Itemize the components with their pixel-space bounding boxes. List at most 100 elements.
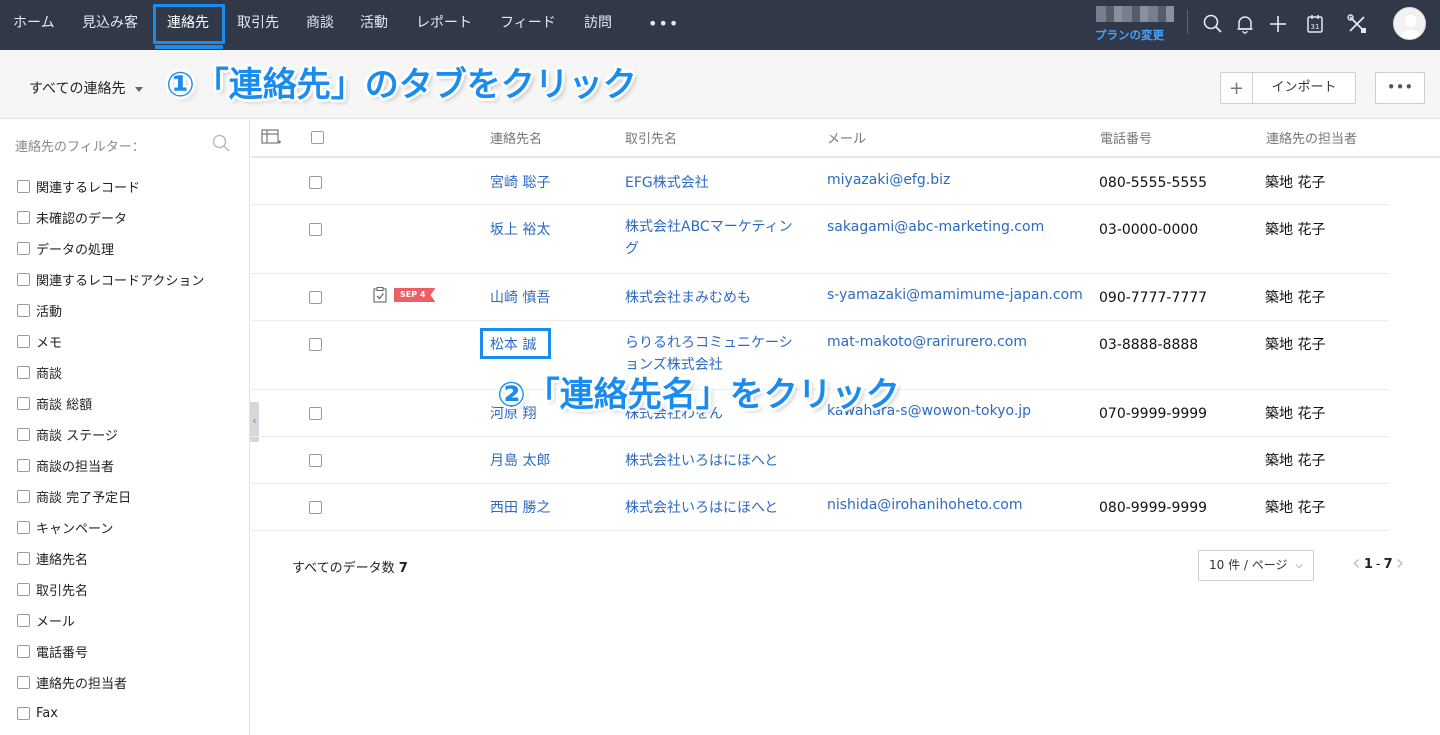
- user-avatar[interactable]: [1393, 7, 1426, 40]
- select-all-checkbox[interactable]: [311, 131, 324, 144]
- filter-item[interactable]: 取引先名: [17, 574, 204, 605]
- filter-checkbox[interactable]: [17, 459, 30, 472]
- task-clipboard-icon[interactable]: [373, 287, 387, 307]
- contact-name-link[interactable]: 宮崎 聡子: [490, 172, 550, 192]
- email-link[interactable]: miyazaki@efg.biz: [827, 172, 950, 188]
- table-row[interactable]: 西田 勝之 株式会社いろはにほへと nishida@irohanihoheto.…: [251, 484, 1389, 531]
- table-row[interactable]: 月島 太郎 株式会社いろはにほへと 築地 花子: [251, 437, 1389, 484]
- owner-value: 築地 花子: [1265, 406, 1326, 422]
- filter-checkbox[interactable]: [17, 397, 30, 410]
- filter-item[interactable]: 商談: [17, 357, 204, 388]
- row-checkbox[interactable]: [309, 501, 322, 514]
- account-name-link[interactable]: 株式会社いろはにほへと: [625, 450, 778, 470]
- filter-checkbox[interactable]: [17, 645, 30, 658]
- filter-item[interactable]: メール: [17, 605, 204, 636]
- change-plan-link[interactable]: プランの変更: [1095, 27, 1164, 43]
- records-per-page-value: 10 件 / ページ: [1209, 558, 1288, 572]
- account-name-link[interactable]: EFG株式会社: [625, 172, 709, 192]
- import-button[interactable]: インポート: [1253, 73, 1355, 103]
- filter-checkbox[interactable]: [17, 552, 30, 565]
- filter-checkbox[interactable]: [17, 335, 30, 348]
- table-row[interactable]: SEP 4 山崎 慎吾 株式会社まみむめも s-yamazaki@mamimum…: [251, 274, 1389, 321]
- more-actions-button[interactable]: •••: [1375, 72, 1425, 104]
- bell-icon[interactable]: [1233, 12, 1257, 36]
- filter-item[interactable]: 商談の担当者: [17, 450, 204, 481]
- filter-checkbox[interactable]: [17, 521, 30, 534]
- table-row[interactable]: 宮崎 聡子 EFG株式会社 miyazaki@efg.biz 080-5555-…: [251, 158, 1389, 205]
- top-navigation-bar: ホーム 見込み客 連絡先 取引先 商談 活動 レポート フィード 訪問 ••• …: [0, 0, 1440, 50]
- contact-name-link[interactable]: 山崎 慎吾: [490, 287, 550, 307]
- account-name-link[interactable]: 株式会社まみむめも: [625, 287, 751, 307]
- column-header-email[interactable]: メール: [827, 128, 866, 147]
- calendar-icon[interactable]: 31: [1303, 12, 1327, 36]
- previous-page-icon[interactable]: ‹: [1352, 553, 1361, 575]
- filter-item[interactable]: 関連するレコード: [17, 171, 204, 202]
- email-link[interactable]: sakagami@abc-marketing.com: [827, 219, 1044, 235]
- filter-item[interactable]: 連絡先名: [17, 543, 204, 574]
- filter-checkbox[interactable]: [17, 211, 30, 224]
- contact-name-link[interactable]: 西田 勝之: [490, 497, 550, 517]
- row-checkbox[interactable]: [309, 407, 322, 420]
- next-page-icon[interactable]: ›: [1396, 553, 1405, 575]
- filter-checkbox[interactable]: [17, 242, 30, 255]
- filter-checkbox[interactable]: [17, 490, 30, 503]
- filter-checkbox[interactable]: [17, 614, 30, 627]
- filter-checkbox[interactable]: [17, 304, 30, 317]
- column-header-phone[interactable]: 電話番号: [1100, 128, 1152, 147]
- tab-accounts[interactable]: 取引先: [237, 0, 279, 46]
- filter-checkbox[interactable]: [17, 366, 30, 379]
- create-contact-button[interactable]: +: [1221, 73, 1253, 103]
- tab-deals[interactable]: 商談: [306, 0, 334, 46]
- filter-checkbox[interactable]: [17, 180, 30, 193]
- filter-checkbox[interactable]: [17, 428, 30, 441]
- filter-item[interactable]: データの処理: [17, 233, 204, 264]
- column-header-contact-owner[interactable]: 連絡先の担当者: [1266, 128, 1357, 147]
- page-range-end: 7: [1383, 556, 1393, 572]
- filter-checkbox[interactable]: [17, 273, 30, 286]
- phone-value: 070-9999-9999: [1099, 406, 1208, 422]
- filter-checkbox[interactable]: [17, 707, 30, 720]
- filter-item[interactable]: 商談 総額: [17, 388, 204, 419]
- account-name-link[interactable]: 株式会社ABCマーケティング: [625, 216, 803, 260]
- account-name-link[interactable]: 株式会社いろはにほへと: [625, 497, 778, 517]
- filter-item[interactable]: 商談 ステージ: [17, 419, 204, 450]
- filter-item[interactable]: Fax: [17, 698, 204, 729]
- filter-item[interactable]: 連絡先の担当者: [17, 667, 204, 698]
- row-checkbox[interactable]: [309, 223, 322, 236]
- tab-reports[interactable]: レポート: [416, 0, 472, 46]
- table-row[interactable]: 坂上 裕太 株式会社ABCマーケティング sakagami@abc-market…: [251, 205, 1389, 274]
- column-header-account-name[interactable]: 取引先名: [625, 128, 677, 147]
- contact-name-link[interactable]: 月島 太郎: [490, 450, 550, 470]
- row-checkbox[interactable]: [309, 291, 322, 304]
- filter-item[interactable]: 商談 完了予定日: [17, 481, 204, 512]
- setup-tools-icon[interactable]: [1345, 12, 1369, 36]
- filter-item[interactable]: 未確認のデータ: [17, 202, 204, 233]
- custom-view-selector[interactable]: すべての連絡先: [29, 78, 144, 98]
- tab-home[interactable]: ホーム: [13, 0, 55, 46]
- plus-icon[interactable]: [1266, 12, 1290, 36]
- filter-item[interactable]: メモ: [17, 326, 204, 357]
- column-settings-icon[interactable]: [261, 129, 281, 150]
- search-icon[interactable]: [1201, 12, 1225, 36]
- row-checkbox[interactable]: [309, 338, 322, 351]
- filter-checkbox[interactable]: [17, 676, 30, 689]
- tab-leads[interactable]: 見込み客: [82, 0, 138, 46]
- more-tabs-button[interactable]: •••: [648, 14, 679, 33]
- filter-item[interactable]: 電話番号: [17, 636, 204, 667]
- tab-activities[interactable]: 活動: [360, 0, 388, 46]
- filter-item[interactable]: 活動: [17, 295, 204, 326]
- email-link[interactable]: mat-makoto@rarirurero.com: [827, 334, 1027, 350]
- tab-visits[interactable]: 訪問: [584, 0, 612, 46]
- row-checkbox[interactable]: [309, 454, 322, 467]
- column-header-contact-name[interactable]: 連絡先名: [490, 128, 542, 147]
- records-per-page-select[interactable]: 10 件 / ページ ⌵: [1198, 550, 1314, 581]
- tab-feeds[interactable]: フィード: [500, 0, 556, 46]
- email-link[interactable]: nishida@irohanihoheto.com: [827, 497, 1023, 513]
- filter-checkbox[interactable]: [17, 583, 30, 596]
- contact-name-link[interactable]: 坂上 裕太: [490, 219, 550, 239]
- filter-item[interactable]: 関連するレコードアクション: [17, 264, 204, 295]
- filter-item[interactable]: キャンペーン: [17, 512, 204, 543]
- row-checkbox[interactable]: [309, 176, 322, 189]
- email-link[interactable]: s-yamazaki@mamimume-japan.com: [827, 287, 1083, 303]
- search-icon[interactable]: [212, 134, 230, 156]
